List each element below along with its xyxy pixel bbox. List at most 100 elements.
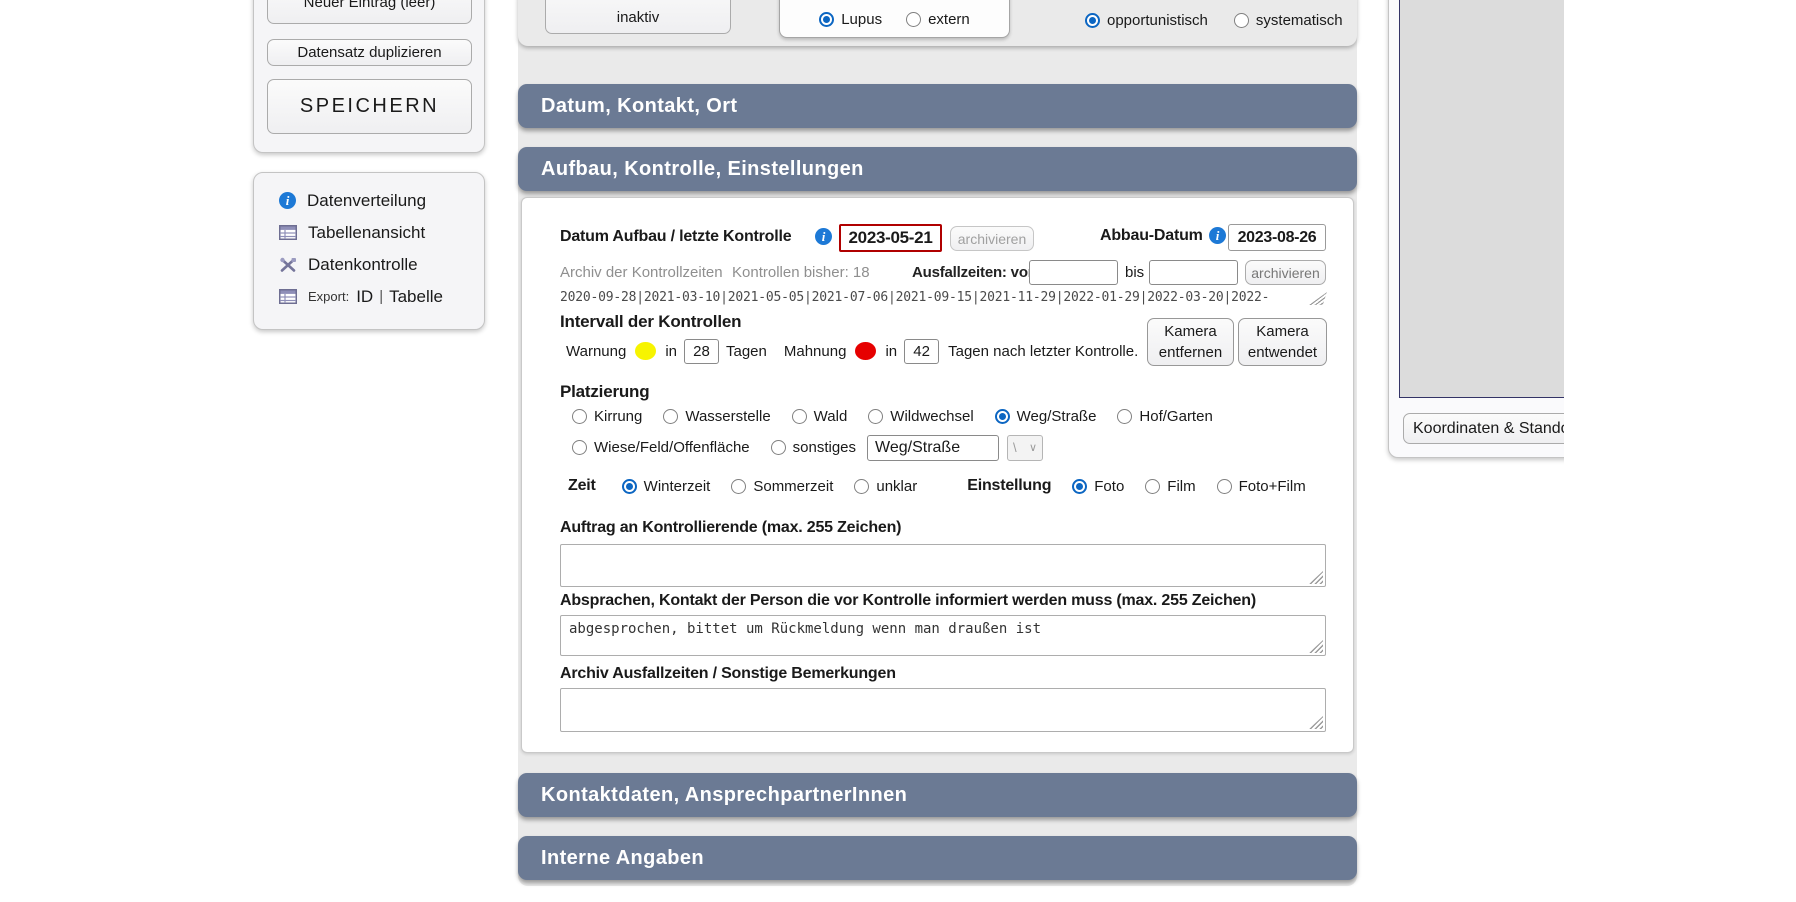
radio-wildwechsel[interactable]: Wildwechsel	[868, 408, 973, 425]
radio-icon	[995, 409, 1010, 424]
archive-downtime-button[interactable]: archivieren	[1245, 260, 1326, 285]
map-placeholder	[1399, 0, 1564, 398]
placement-dropdown[interactable]: \ ∨	[1007, 435, 1043, 461]
export-prefix-label: Export:	[308, 289, 349, 304]
warning-days-input[interactable]: 28	[684, 339, 719, 364]
mahnung-label: Mahnung	[784, 343, 847, 360]
dropdown-value: \	[1013, 440, 1017, 455]
section-header-datum-kontakt-ort[interactable]: Datum, Kontakt, Ort	[518, 84, 1357, 128]
radio-icon	[868, 409, 883, 424]
auftrag-textarea[interactable]	[560, 544, 1326, 587]
menu-item-label: Tabellenansicht	[308, 223, 425, 243]
radio-label: Wiese/Feld/Offenfläche	[594, 439, 750, 456]
section-header-label: Interne Angaben	[541, 847, 704, 869]
radio-foto-film[interactable]: Foto+Film	[1217, 478, 1306, 495]
radio-label: unklar	[876, 478, 917, 495]
archive-times-link[interactable]: Archiv der Kontrollzeiten	[560, 264, 723, 281]
absprachen-textarea[interactable]: abgesprochen, bittet um Rückmeldung wenn…	[560, 615, 1326, 656]
new-entry-button[interactable]: Neuer Eintrag (leer)	[267, 0, 472, 24]
export-table-link[interactable]: Tabelle	[389, 287, 443, 307]
placement-row-1: Kirrung Wasserstelle Wald Wildwechsel We…	[572, 406, 1213, 426]
teardown-date-label: Abbau-Datum	[1100, 227, 1203, 245]
radio-hof-garten[interactable]: Hof/Garten	[1117, 408, 1212, 425]
radio-label: Foto+Film	[1239, 478, 1306, 495]
info-icon[interactable]: i	[1209, 227, 1226, 244]
radio-weg-strasse[interactable]: Weg/Straße	[995, 408, 1097, 425]
radio-icon	[1117, 409, 1132, 424]
radio-sonstiges[interactable]: sonstiges	[771, 439, 856, 456]
section-header-kontaktdaten[interactable]: Kontaktdaten, AnsprechpartnerInnen	[518, 773, 1357, 817]
radio-extern[interactable]: extern	[906, 11, 970, 28]
info-icon[interactable]: i	[815, 228, 832, 245]
radio-label: Wasserstelle	[685, 408, 770, 425]
radio-icon	[1085, 13, 1100, 28]
setup-date-label: Datum Aufbau / letzte Kontrolle	[560, 228, 791, 246]
reminder-days-input[interactable]: 42	[904, 339, 939, 364]
method-radio-row: opportunistisch systematisch	[1085, 12, 1343, 29]
radio-label: Foto	[1094, 478, 1124, 495]
camera-stolen-label: Kamera entwendet	[1245, 321, 1321, 363]
section-header-interne-angaben[interactable]: Interne Angaben	[518, 836, 1357, 880]
radio-foto[interactable]: Foto	[1072, 478, 1124, 495]
radio-label: Wildwechsel	[890, 408, 973, 425]
aufbau-form-card: Datum Aufbau / letzte Kontrolle i 2023-0…	[521, 197, 1354, 753]
sonstiges-value: Weg/Straße	[875, 439, 960, 457]
camera-stolen-button[interactable]: Kamera entwendet	[1238, 318, 1327, 366]
radio-kirrung[interactable]: Kirrung	[572, 408, 642, 425]
export-separator: |	[379, 288, 383, 305]
actions-card: Neuer Eintrag (leer) Datensatz duplizier…	[253, 0, 485, 153]
radio-wasserstelle[interactable]: Wasserstelle	[663, 408, 770, 425]
absprachen-label: Absprachen, Kontakt der Person die vor K…	[560, 592, 1256, 610]
archiv-bemerkungen-textarea[interactable]	[560, 688, 1326, 732]
inaktiv-button[interactable]: inaktiv	[545, 0, 731, 34]
bis-label: bis	[1125, 264, 1144, 281]
coordinates-location-label: Koordinaten & Standort	[1413, 420, 1564, 438]
camera-remove-button[interactable]: Kamera entfernen	[1147, 318, 1234, 366]
radio-unklar[interactable]: unklar	[854, 478, 917, 495]
archive-control-button[interactable]: archivieren	[950, 226, 1034, 251]
table-icon	[279, 289, 297, 304]
camera-remove-label: Kamera entfernen	[1156, 321, 1226, 363]
absprachen-value: abgesprochen, bittet um Rückmeldung wenn…	[569, 621, 1041, 637]
interval-row: Warnung in 28 Tagen Mahnung in 42 Tagen …	[566, 338, 1138, 364]
placement-title: Platzierung	[560, 382, 649, 402]
menu-item-tabellenansicht[interactable]: Tabellenansicht	[279, 221, 484, 244]
duplicate-record-button[interactable]: Datensatz duplizieren	[267, 39, 472, 66]
setup-date-input[interactable]: 2023-05-21	[839, 224, 942, 252]
radio-opportunistisch[interactable]: opportunistisch	[1085, 12, 1208, 29]
save-button[interactable]: SPEICHERN	[267, 79, 472, 134]
radio-label: Wald	[814, 408, 848, 425]
radio-wiese-feld[interactable]: Wiese/Feld/Offenfläche	[572, 439, 750, 456]
section-header-aufbau[interactable]: Aufbau, Kontrolle, Einstellungen	[518, 147, 1357, 191]
section-header-label: Datum, Kontakt, Ort	[541, 95, 738, 117]
placement-row-2: Wiese/Feld/Offenfläche sonstiges Weg/Str…	[572, 434, 1043, 461]
radio-winterzeit[interactable]: Winterzeit	[622, 478, 711, 495]
downtime-from-input[interactable]	[1029, 260, 1118, 285]
radio-label: systematisch	[1256, 12, 1343, 29]
archiv-bemerkungen-label: Archiv Ausfallzeiten / Sonstige Bemerkun…	[560, 665, 896, 683]
menu-item-datenkontrolle[interactable]: Datenkontrolle	[279, 253, 484, 276]
radio-icon	[1217, 479, 1232, 494]
radio-film[interactable]: Film	[1145, 478, 1195, 495]
teardown-date-input[interactable]: 2023-08-26	[1228, 224, 1326, 251]
radio-icon	[622, 479, 637, 494]
info-icon: i	[279, 192, 296, 209]
new-entry-label: Neuer Eintrag (leer)	[304, 0, 436, 11]
sonstiges-input[interactable]: Weg/Straße	[867, 435, 999, 461]
teardown-date-value: 2023-08-26	[1238, 229, 1317, 247]
radio-wald[interactable]: Wald	[792, 408, 848, 425]
downtime-to-input[interactable]	[1149, 260, 1238, 285]
radio-sommerzeit[interactable]: Sommerzeit	[731, 478, 833, 495]
radio-label: Sommerzeit	[753, 478, 833, 495]
warning-days-value: 28	[693, 343, 710, 360]
zeit-einstellung-row: Zeit Winterzeit Sommerzeit unklar Einste…	[568, 476, 1306, 496]
menu-item-datenverteilung[interactable]: i Datenverteilung	[279, 189, 484, 212]
radio-systematisch[interactable]: systematisch	[1234, 12, 1343, 29]
export-id-link[interactable]: ID	[356, 287, 373, 307]
section-header-label: Aufbau, Kontrolle, Einstellungen	[541, 158, 864, 180]
radio-label: Weg/Straße	[1017, 408, 1097, 425]
radio-lupus[interactable]: Lupus	[819, 11, 882, 28]
radio-icon	[906, 12, 921, 27]
radio-label: Film	[1167, 478, 1195, 495]
coordinates-location-button[interactable]: Koordinaten & Standort	[1403, 413, 1564, 444]
